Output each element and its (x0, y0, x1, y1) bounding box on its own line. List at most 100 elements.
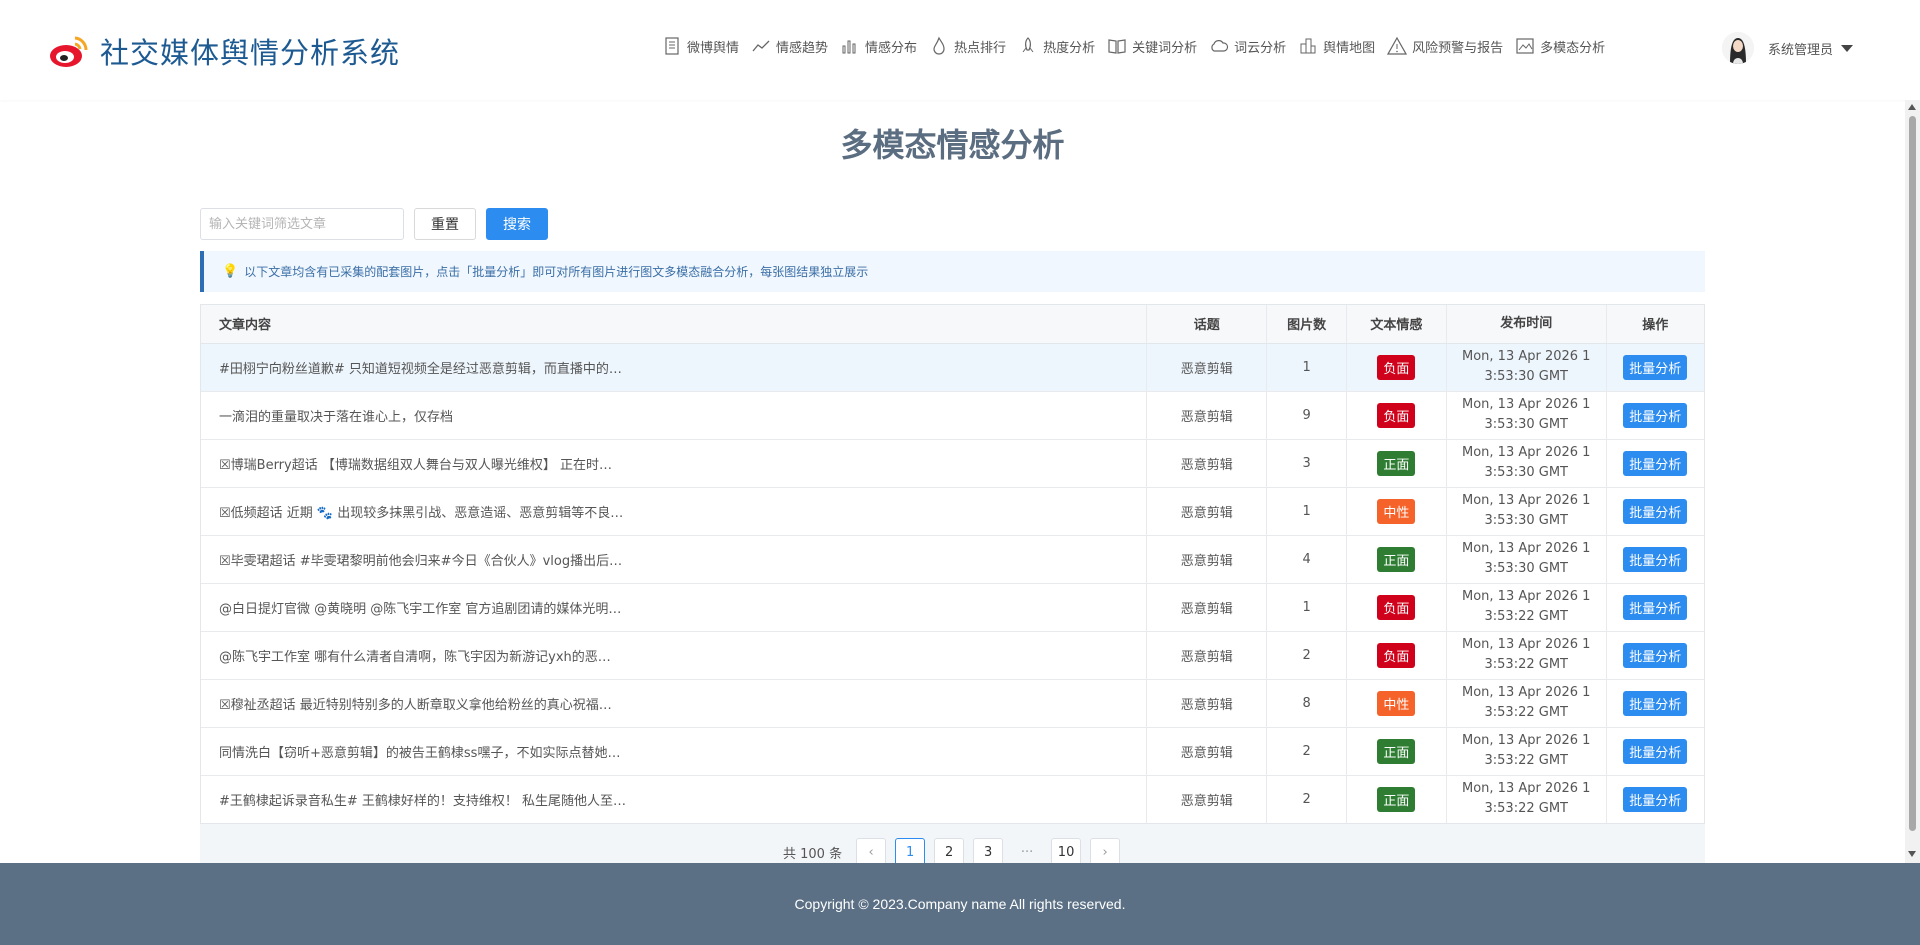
cell-sentiment: 正面 (1346, 727, 1447, 776)
time-line-2: 3:53:22 GMT (1484, 657, 1568, 672)
caret-down-icon[interactable] (1841, 44, 1854, 52)
batch-analyze-button[interactable]: 批量分析 (1623, 738, 1688, 764)
article-text: 同情洗白【窃听+恶意剪辑】的被告王鹤棣ss嘿子，不如实际点替她… (219, 745, 621, 761)
prev-page-button[interactable]: ‹ (856, 838, 887, 866)
cell-action: 批量分析 (1606, 679, 1704, 728)
warning-icon (1387, 36, 1408, 55)
time-line-1: Mon, 13 Apr 2026 1 (1462, 493, 1591, 508)
batch-analyze-button[interactable]: 批量分析 (1623, 642, 1688, 668)
rocket-icon (1022, 37, 1034, 53)
cell-action: 批量分析 (1606, 631, 1704, 680)
batch-analyze-button[interactable]: 批量分析 (1623, 498, 1688, 524)
time-line-1: Mon, 13 Apr 2026 1 (1462, 637, 1591, 652)
cell-content: 同情洗白【窃听+恶意剪辑】的被告王鹤棣ss嘿子，不如实际点替她… (201, 727, 1148, 776)
cell-time: Mon, 13 Apr 2026 1 3:53:22 GMT (1446, 679, 1607, 728)
batch-analyze-button[interactable]: 批量分析 (1623, 402, 1688, 428)
cell-topic: 恶意剪辑 (1146, 679, 1268, 728)
cell-time: Mon, 13 Apr 2026 1 3:53:30 GMT (1446, 535, 1607, 584)
nav-item-label: 风险预警与报告 (1412, 40, 1504, 56)
cell-image-count: 4 (1266, 535, 1348, 584)
time-line-2: 3:53:22 GMT (1484, 753, 1568, 768)
nav-item-wordcloud[interactable]: 词云分析 (1209, 36, 1286, 56)
building-icon (1300, 38, 1316, 54)
time-line-2: 3:53:22 GMT (1484, 705, 1568, 720)
time-line-2: 3:53:22 GMT (1484, 801, 1568, 817)
user-name: 系统管理员 (1768, 42, 1834, 58)
cell-image-count: 1 (1266, 487, 1348, 536)
cell-action: 批量分析 (1606, 343, 1704, 392)
nav-item-keyword[interactable]: 关键词分析 (1107, 36, 1197, 56)
cell-sentiment: 正面 (1346, 775, 1447, 823)
user-avatar-icon (1722, 32, 1754, 64)
scroll-up-icon[interactable] (1908, 104, 1916, 110)
cell-image-count: 2 (1266, 631, 1348, 680)
nav-item-label: 情感分布 (865, 40, 918, 56)
nav-item-distribution[interactable]: 情感分布 (840, 36, 917, 56)
page-button-1[interactable]: 1 (895, 838, 926, 866)
batch-analyze-button[interactable]: 批量分析 (1623, 690, 1688, 716)
cell-time: Mon, 13 Apr 2026 1 3:53:22 GMT (1446, 631, 1607, 680)
time-line-2: 3:53:30 GMT (1484, 513, 1568, 528)
table-row: #田栩宁向粉丝道歉# 只知道短视频全是经过恶意剪辑，而直播中的… 恶意剪辑 1 负面 M… (201, 343, 1704, 392)
sentiment-badge: 正面 (1377, 786, 1416, 812)
scroll-down-icon[interactable] (1908, 851, 1916, 857)
header-action: 操作 (1606, 305, 1704, 344)
cell-content: #王鹤棣起诉录音私生# 王鹤棣好样的！支持维权！ 私生尾随他人至… (201, 775, 1148, 823)
info-tip: 💡 以下文章均含有已采集的配套图片，点击「批量分析」即可对所有图片进行图文多模态… (200, 251, 1705, 292)
batch-analyze-button[interactable]: 批量分析 (1623, 786, 1688, 812)
nav-item-map[interactable]: 舆情地图 (1298, 36, 1375, 56)
article-text: ☒穆祉丞超话 最近特别特别多的人断章取义拿他给粉丝的真心祝福… (219, 697, 612, 713)
cell-content: @白日提灯官微 @黄晓明 @陈飞宇工作室 官方追剧团请的媒体光明… (201, 583, 1148, 632)
table-row: ☒低频超话 近期 🐾 出现较多抹黑引战、恶意造谣、恶意剪辑等不良… 恶意剪辑 1 中性… (201, 487, 1704, 536)
cell-topic: 恶意剪辑 (1146, 343, 1268, 392)
nav-item-hot-rank[interactable]: 热点排行 (929, 36, 1006, 56)
page-button-last[interactable]: 10 (1051, 838, 1082, 866)
app-logo[interactable]: 社交媒体舆情分析系统 (48, 30, 400, 72)
app-title: 社交媒体舆情分析系统 (100, 36, 401, 70)
avatar[interactable] (1722, 32, 1754, 64)
time-line-1: Mon, 13 Apr 2026 1 (1462, 589, 1591, 604)
sentiment-badge: 负面 (1377, 402, 1416, 428)
nav-item-risk[interactable]: 风险预警与报告 (1387, 36, 1503, 56)
nav-item-heat[interactable]: 热度分析 (1018, 36, 1095, 56)
pagination: 共 100 条 ‹ 1 2 3 ··· 10 › (783, 838, 1129, 866)
page-scrollbar[interactable] (1905, 100, 1920, 863)
cell-sentiment: 负面 (1346, 343, 1447, 392)
cell-content: ☒毕雯珺超话 #毕雯珺黎明前他会归来#今日《合伙人》vlog播出后… (201, 535, 1148, 584)
nav-item-trend[interactable]: 情感趋势 (751, 36, 828, 56)
user-menu[interactable]: 系统管理员 (1722, 32, 1854, 64)
article-text: #田栩宁向粉丝道歉# 只知道短视频全是经过恶意剪辑，而直播中的… (219, 361, 622, 377)
sentiment-badge: 正面 (1377, 450, 1416, 476)
time-line-2: 3:53:30 GMT (1484, 465, 1568, 480)
page-button-3[interactable]: 3 (973, 838, 1004, 866)
batch-analyze-button[interactable]: 批量分析 (1623, 450, 1688, 476)
batch-analyze-button[interactable]: 批量分析 (1623, 546, 1688, 572)
table-row: 同情洗白【窃听+恶意剪辑】的被告王鹤棣ss嘿子，不如实际点替她… 恶意剪辑 2 正面 M… (201, 727, 1704, 776)
sentiment-badge: 负面 (1377, 642, 1416, 668)
scrollbar-thumb[interactable] (1909, 116, 1916, 831)
time-line-1: Mon, 13 Apr 2026 1 (1462, 445, 1591, 460)
time-line-2: 3:53:30 GMT (1484, 561, 1568, 576)
article-text: ☒博瑞Berry超话 【博瑞数据组双人舞台与双人曝光维权】 正在时… (219, 457, 612, 473)
nav-item-weibo[interactable]: 微博舆情 (662, 36, 739, 56)
search-input[interactable] (200, 208, 404, 240)
batch-analyze-button[interactable]: 批量分析 (1623, 594, 1688, 620)
article-text: @白日提灯官微 @黄晓明 @陈飞宇工作室 官方追剧团请的媒体光明… (219, 601, 622, 617)
search-button[interactable]: 搜索 (486, 208, 548, 240)
article-text: @陈飞宇工作室 哪有什么清者自清啊，陈飞宇因为新游记yxh的恶… (219, 649, 611, 665)
table-header-row: 文章内容 话题 图片数 文本情感 发布时间 操作 (201, 305, 1704, 344)
reset-button[interactable]: 重置 (414, 208, 476, 240)
cell-sentiment: 负面 (1346, 631, 1447, 680)
cell-image-count: 3 (1266, 439, 1348, 488)
cell-content: 一滴泪的重量取决于落在谁心上，仅存档 (201, 391, 1148, 440)
table-row: ☒穆祉丞超话 最近特别特别多的人断章取义拿他给粉丝的真心祝福… 恶意剪辑 8 中性 Mo… (201, 679, 1704, 728)
sentiment-badge: 正面 (1377, 738, 1416, 764)
nav-item-multimodal[interactable]: 多模态分析 (1515, 36, 1605, 56)
page-button-2[interactable]: 2 (934, 838, 965, 866)
next-page-button[interactable]: › (1090, 838, 1121, 866)
batch-analyze-button[interactable]: 批量分析 (1623, 354, 1688, 380)
sentiment-badge: 负面 (1377, 354, 1416, 380)
page-title: 多模态情感分析 (840, 126, 1065, 164)
article-text: 一滴泪的重量取决于落在谁心上，仅存档 (219, 409, 454, 425)
bar-chart-icon (842, 40, 856, 54)
